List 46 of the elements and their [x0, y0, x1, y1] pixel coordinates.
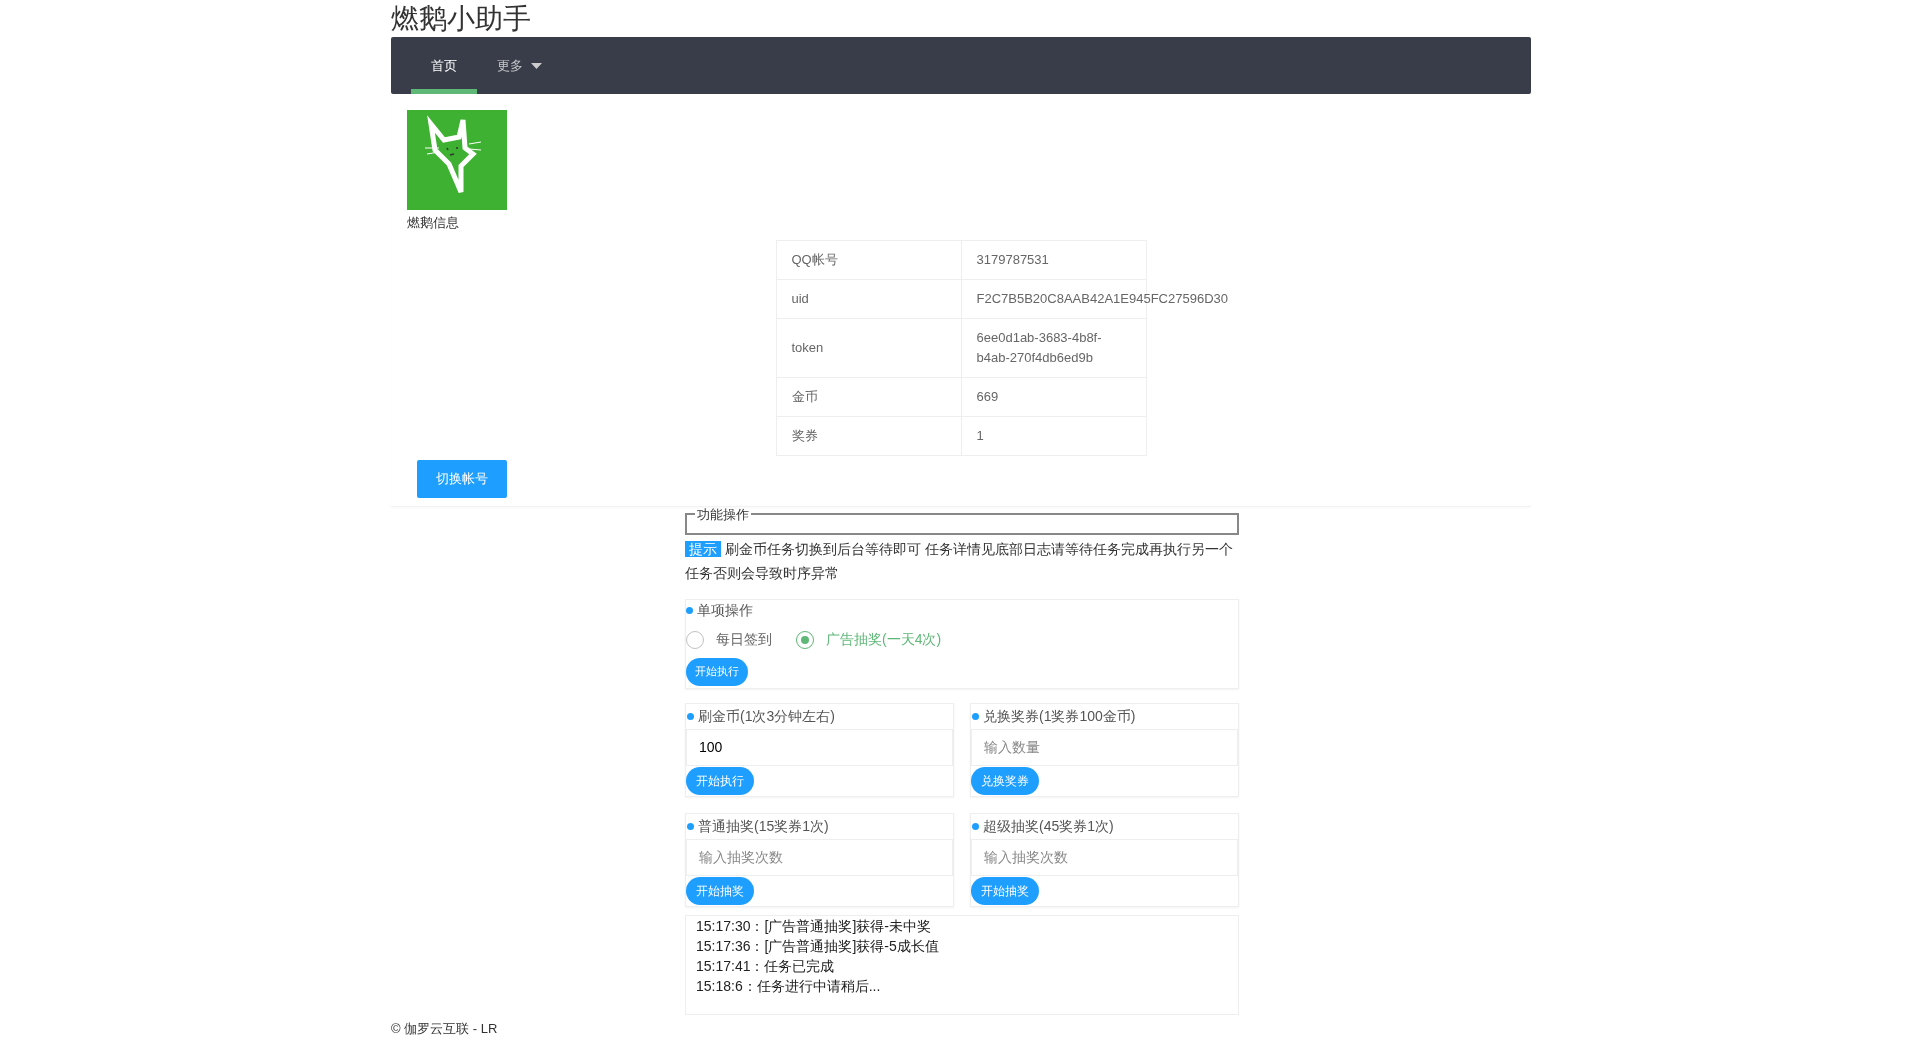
input-field[interactable]: 输入抽奖次数: [686, 838, 953, 876]
profile-label: 燃鹅信息: [407, 214, 459, 232]
caret-icon: [531, 62, 542, 69]
card-title: 刷金币(1次3分钟左右): [698, 706, 835, 726]
table-cell: 6ee0d1ab-3683-4b8f-b4ab-270f4db6ed9b: [961, 318, 1146, 377]
action-button[interactable]: 开始执行: [686, 766, 754, 795]
action-button[interactable]: 开始抽奖: [686, 876, 754, 905]
table-cell: 669: [961, 377, 1146, 416]
notice-text: 提示 刷金币任务切换到后台等待即可 任务详情见底部日志请等待任务完成再执行另一个任务否则会导致时序异常: [685, 539, 1234, 583]
log-line: 15:17:36：[广告普通抽奖]获得-5成长值: [696, 936, 940, 956]
table-cell: 金币: [776, 377, 961, 416]
card-title: 单项操作: [697, 601, 753, 620]
input-field[interactable]: 100: [686, 728, 953, 766]
bullet-icon: [687, 822, 694, 830]
fieldset-legend: 功能操作: [695, 504, 751, 524]
nav-tab[interactable]: 更多: [477, 37, 562, 94]
bullet-icon: [972, 822, 979, 830]
table-cell: F2C7B5B20C8AAB42A1E945FC27596D30: [976, 290, 1228, 306]
table-cell: 1: [961, 416, 1146, 455]
radio-option[interactable]: 每日签到: [686, 629, 772, 650]
table-cell: QQ帐号: [776, 240, 961, 279]
input-field[interactable]: 输入数量: [971, 728, 1238, 766]
action-button[interactable]: 开始抽奖: [971, 876, 1039, 905]
bullet-icon: [687, 712, 694, 720]
log-line: 15:17:30：[广告普通抽奖]获得-未中奖: [696, 916, 932, 936]
card-title: 超级抽奖(45奖券1次): [983, 816, 1114, 836]
tip-badge: 提示: [685, 540, 721, 557]
footer-text: © 伽罗云互联 - LR: [391, 1019, 499, 1038]
bullet-icon: [972, 712, 979, 720]
table-cell: uid: [776, 279, 961, 318]
input-field[interactable]: 输入抽奖次数: [971, 838, 1238, 876]
card-title: 兑换奖券(1奖券100金币): [983, 706, 1136, 726]
log-line: 15:18:6：任务进行中请稍后...: [696, 976, 882, 996]
action-button[interactable]: 开始执行: [686, 657, 748, 686]
table-cell: 3179787531: [961, 240, 1146, 279]
logo-icon: [407, 110, 507, 210]
nav-tab[interactable]: 首页: [411, 37, 477, 94]
bullet-icon: [686, 607, 693, 614]
log-line: 15:17:41：任务已完成: [696, 956, 836, 976]
switch-account-button[interactable]: 切换帐号: [417, 459, 507, 498]
action-button[interactable]: 兑换奖券: [971, 766, 1039, 795]
card-title: 普通抽奖(15奖券1次): [698, 816, 829, 836]
radio-option[interactable]: 广告抽奖(一天4次): [796, 629, 942, 650]
table-cell: 奖券: [776, 416, 961, 455]
app-title: 燃鹅小助手: [391, 2, 532, 36]
table-cell: token: [776, 318, 961, 377]
